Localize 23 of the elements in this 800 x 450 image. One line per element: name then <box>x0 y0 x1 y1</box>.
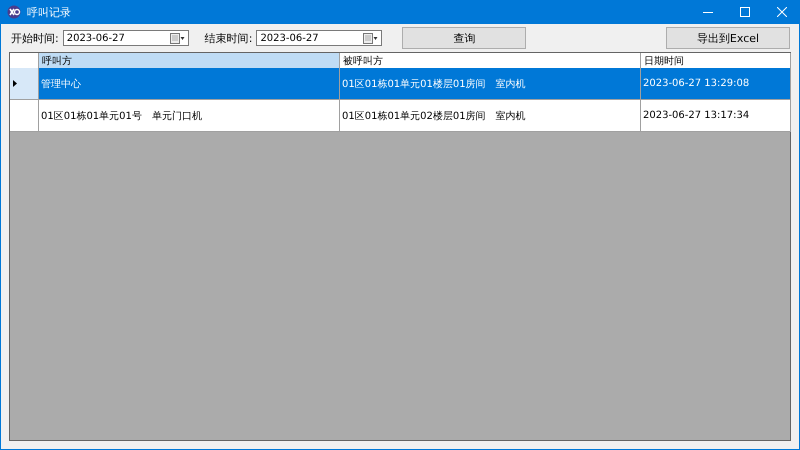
field-label: 开始时间: <box>11 30 59 46</box>
export-button[interactable]: 导出到Excel <box>666 27 790 49</box>
row-pointer-icon <box>13 80 17 87</box>
query-button[interactable]: 查询 <box>402 27 526 49</box>
table-cell: 01区01栋01单元01楼层01房间 室内机 <box>340 68 640 100</box>
row-header[interactable] <box>10 100 38 132</box>
date-picker[interactable]: 2023-06-27 <box>62 30 189 46</box>
table-cell: 2023-06-27 13:29:08 <box>640 68 790 100</box>
table-cell: 管理中心 <box>38 68 340 100</box>
close-icon[interactable] <box>777 7 787 17</box>
maximize-icon[interactable] <box>740 7 750 17</box>
field-label: 结束时间: <box>204 30 252 46</box>
app-logo-icon <box>7 5 21 19</box>
table-cell: 2023-06-27 13:17:34 <box>640 100 790 132</box>
table-cell: 01区01栋01单元02楼层01房间 室内机 <box>340 100 640 132</box>
calendar-dropdown-icon[interactable] <box>170 32 185 44</box>
table-cell: 01区01栋01单元01号 单元门口机 <box>38 100 340 132</box>
column-header[interactable]: 日期时间 <box>640 53 790 68</box>
column-header[interactable]: 呼叫方 <box>38 53 340 68</box>
column-header[interactable]: 被呼叫方 <box>340 53 640 68</box>
date-picker[interactable]: 2023-06-27 <box>256 30 382 46</box>
calendar-dropdown-icon[interactable] <box>363 32 378 44</box>
window-title: 呼叫记录 <box>27 4 71 20</box>
